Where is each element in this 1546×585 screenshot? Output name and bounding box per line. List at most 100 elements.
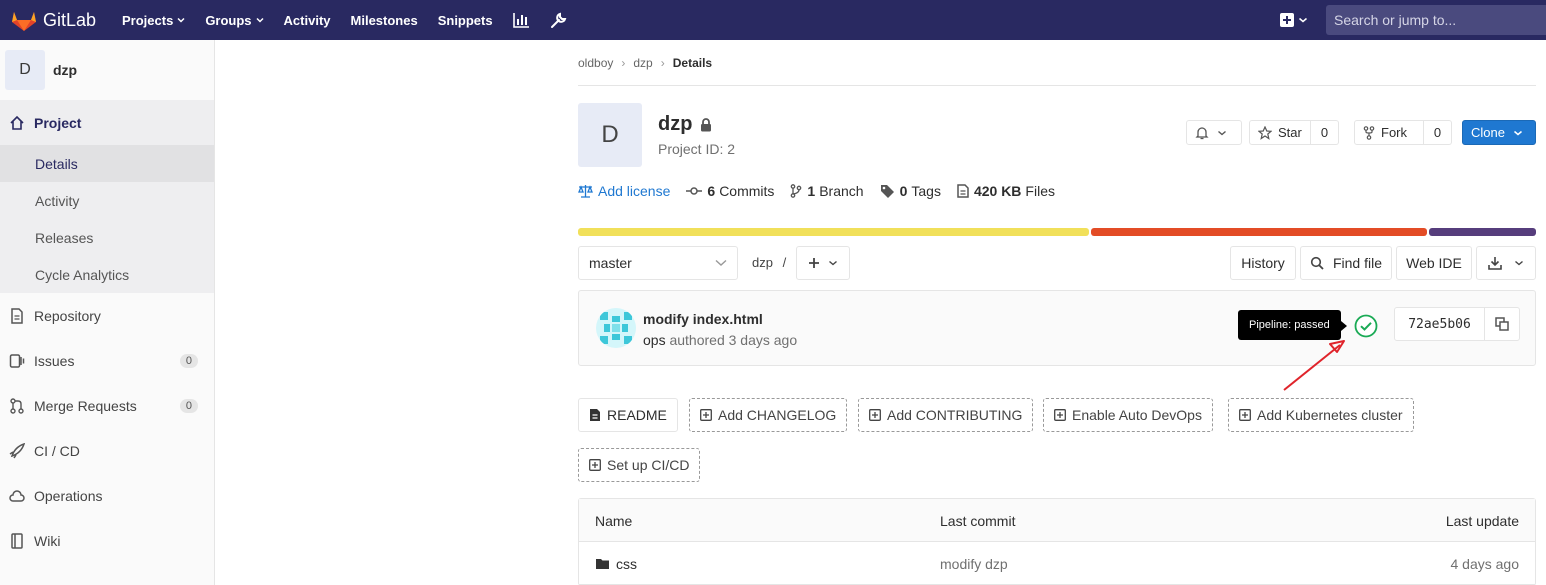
breadcrumb-project[interactable]: dzp bbox=[633, 56, 652, 70]
sidebar-project-header[interactable]: D dzp bbox=[0, 40, 214, 100]
chevron-down-icon bbox=[715, 259, 727, 266]
sidebar-item-label: Project bbox=[34, 114, 82, 131]
history-button[interactable]: History bbox=[1230, 246, 1296, 280]
nav-projects[interactable]: Projects bbox=[112, 0, 195, 40]
add-to-tree-button[interactable] bbox=[796, 246, 850, 280]
new-menu-button[interactable] bbox=[1270, 13, 1318, 27]
commits-link[interactable]: 6 Commits bbox=[686, 183, 774, 199]
breadcrumb: oldboy › dzp › Details bbox=[578, 40, 1536, 86]
folder-icon bbox=[596, 559, 609, 569]
fork-icon bbox=[1363, 125, 1375, 140]
fork-label: Fork bbox=[1381, 125, 1407, 140]
add-changelog-button[interactable]: Add CHANGELOG bbox=[689, 398, 848, 432]
nav-milestones[interactable]: Milestones bbox=[341, 0, 428, 40]
gitlab-logo-icon bbox=[12, 12, 36, 31]
nav-groups-label: Groups bbox=[205, 12, 252, 28]
annotation-arrow-icon bbox=[1283, 340, 1345, 391]
breadcrumb-current[interactable]: Details bbox=[673, 56, 712, 70]
sidebar-item-ci-cd[interactable]: CI / CD bbox=[0, 428, 214, 473]
star-button[interactable]: Star bbox=[1249, 120, 1311, 145]
enable-auto-devops-button[interactable]: Enable Auto DevOps bbox=[1043, 398, 1213, 432]
tags-link[interactable]: 0 Tags bbox=[880, 183, 941, 199]
commit-title-link[interactable]: modify index.html bbox=[643, 311, 763, 327]
search-input[interactable]: Search or jump to... bbox=[1326, 5, 1546, 35]
commits-count: 6 bbox=[707, 183, 716, 199]
download-icon bbox=[1488, 257, 1502, 270]
setup-ci-cd-button[interactable]: Set up CI/CD bbox=[578, 448, 701, 482]
nav-analytics-button[interactable] bbox=[503, 0, 540, 40]
sidebar-item-repository[interactable]: Repository bbox=[0, 293, 214, 338]
nav-admin-button[interactable] bbox=[540, 0, 577, 40]
sidebar-subitem-cycle-analytics[interactable]: Cycle Analytics bbox=[0, 256, 214, 293]
download-button[interactable] bbox=[1476, 246, 1536, 280]
nav-activity[interactable]: Activity bbox=[274, 0, 341, 40]
plus-square-icon bbox=[589, 459, 601, 471]
add-license-link[interactable]: Add license bbox=[578, 183, 670, 199]
tags-count: 0 bbox=[899, 183, 908, 199]
commit-author-link[interactable]: ops bbox=[643, 332, 666, 348]
sidebar-subitem-details[interactable]: Details bbox=[0, 145, 214, 182]
chevron-down-icon bbox=[177, 17, 185, 23]
add-contributing-button[interactable]: Add CONTRIBUTING bbox=[858, 398, 1034, 432]
bar-chart-icon bbox=[512, 13, 529, 28]
branch-select[interactable]: master bbox=[578, 246, 738, 280]
sidebar-subitem-activity[interactable]: Activity bbox=[0, 182, 214, 219]
nav-groups[interactable]: Groups bbox=[195, 0, 273, 40]
fork-button[interactable]: Fork bbox=[1354, 120, 1424, 145]
branch-label: Branch bbox=[819, 183, 864, 199]
setup-ci-cd-label: Set up CI/CD bbox=[607, 457, 690, 473]
gitlab-home-link[interactable]: GitLab bbox=[0, 8, 112, 32]
notification-button[interactable] bbox=[1186, 120, 1242, 145]
project-id: Project ID: 2 bbox=[658, 141, 736, 157]
copy-sha-button[interactable] bbox=[1485, 308, 1519, 340]
tree-item-commit-link[interactable]: modify dzp bbox=[940, 556, 1008, 572]
sidebar-item-operations[interactable]: Operations bbox=[0, 473, 214, 518]
main-content: oldboy › dzp › Details D dzp Project ID:… bbox=[578, 40, 1536, 585]
plus-square-icon bbox=[1239, 409, 1251, 421]
branch-select-value: master bbox=[589, 255, 632, 271]
scale-icon bbox=[578, 185, 593, 198]
find-file-button[interactable]: Find file bbox=[1300, 246, 1392, 280]
plus-square-icon bbox=[1280, 13, 1294, 27]
chevron-down-icon bbox=[1299, 17, 1307, 23]
sidebar-item-wiki[interactable]: Wiki bbox=[0, 518, 214, 563]
find-file-label: Find file bbox=[1332, 255, 1383, 271]
commit-sha-group: 72ae5b06 bbox=[1394, 307, 1520, 341]
sidebar-item-issues[interactable]: Issues 0 bbox=[0, 338, 214, 383]
tree-item-label: css bbox=[616, 556, 637, 572]
clone-button[interactable]: Clone bbox=[1462, 120, 1536, 145]
table-row[interactable]: css modify dzp 4 days ago bbox=[579, 542, 1535, 585]
sidebar-item-label: Wiki bbox=[34, 532, 61, 549]
tree-item-name[interactable]: css bbox=[595, 556, 637, 572]
readme-button[interactable]: README bbox=[578, 398, 678, 432]
chevron-down-icon bbox=[829, 260, 837, 266]
nav-snippets[interactable]: Snippets bbox=[428, 0, 503, 40]
author-avatar[interactable] bbox=[596, 308, 636, 348]
sidebar-project-name: dzp bbox=[53, 62, 78, 78]
plus-square-icon bbox=[1054, 409, 1066, 421]
search-icon bbox=[1310, 256, 1324, 270]
breadcrumb-namespace[interactable]: oldboy bbox=[578, 56, 613, 70]
files-size: 420 KB bbox=[973, 183, 1022, 199]
add-kubernetes-cluster-button[interactable]: Add Kubernetes cluster bbox=[1228, 398, 1414, 432]
star-count[interactable]: 0 bbox=[1311, 120, 1339, 145]
repo-path-root[interactable]: dzp bbox=[752, 255, 773, 270]
column-header-last-commit: Last commit bbox=[940, 513, 1016, 529]
rocket-icon bbox=[9, 442, 25, 458]
branches-link[interactable]: 1 Branch bbox=[790, 183, 864, 199]
file-icon bbox=[590, 409, 600, 421]
sidebar-subitem-releases[interactable]: Releases bbox=[0, 219, 214, 256]
sidebar-item-merge-requests[interactable]: Merge Requests 0 bbox=[0, 383, 214, 428]
tree-toolbar: master dzp / History Find file Web IDE bbox=[578, 246, 1536, 280]
tag-icon bbox=[880, 185, 894, 198]
sidebar-item-label: Operations bbox=[34, 487, 103, 504]
commit-sha-button[interactable]: 72ae5b06 bbox=[1395, 308, 1485, 340]
files-link[interactable]: 420 KB Files bbox=[957, 183, 1055, 199]
files-label: Files bbox=[1025, 183, 1055, 199]
doc-icon bbox=[11, 307, 23, 324]
web-ide-button[interactable]: Web IDE bbox=[1396, 246, 1472, 280]
language-segment bbox=[1429, 228, 1536, 236]
commit-time: authored 3 days ago bbox=[669, 332, 798, 348]
sidebar-item-project[interactable]: Project bbox=[0, 100, 214, 145]
fork-count[interactable]: 0 bbox=[1424, 120, 1452, 145]
